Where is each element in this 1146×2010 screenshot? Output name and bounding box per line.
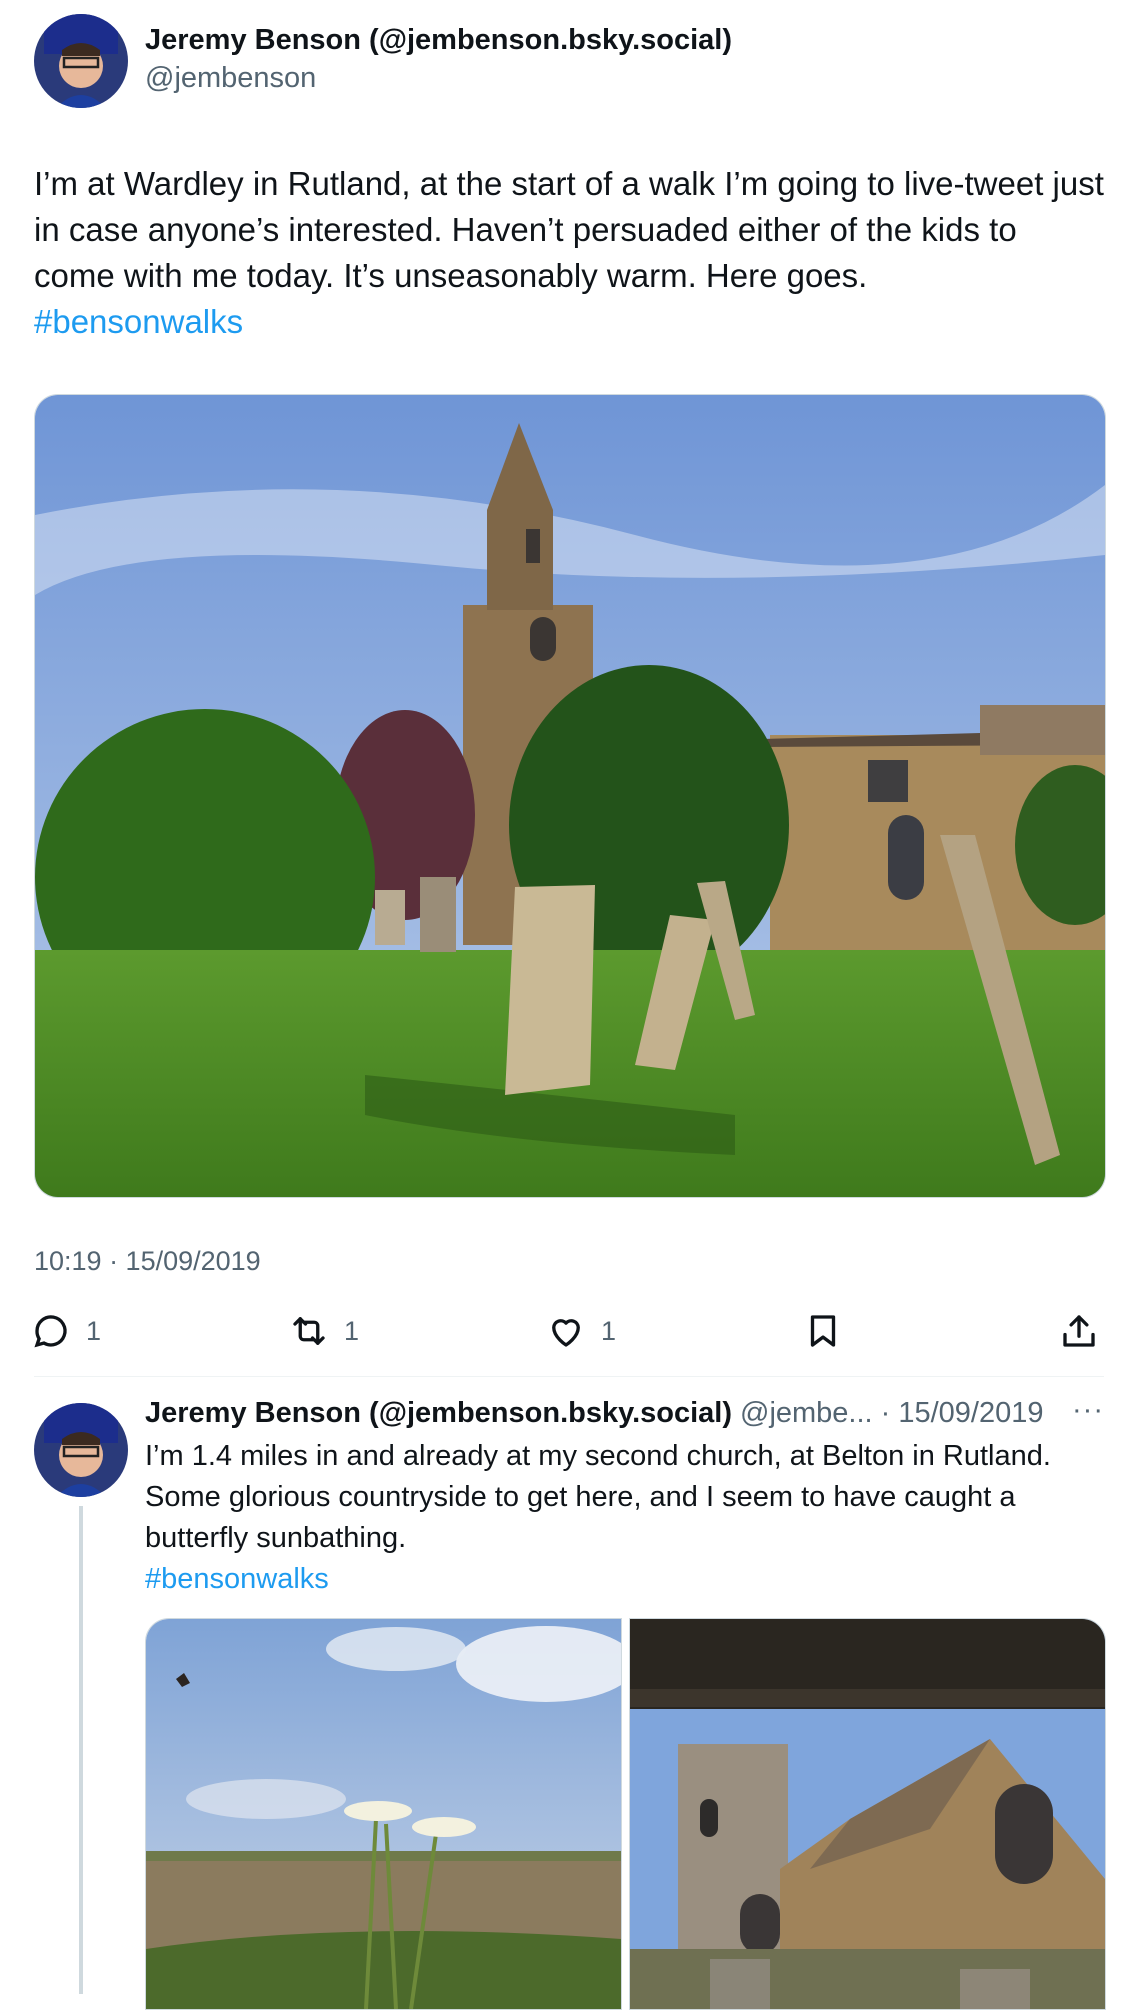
reply-author-name[interactable]: Jeremy Benson (@jembenson.bsky.social): [145, 1397, 732, 1430]
bookmark-button[interactable]: [802, 1310, 844, 1352]
post-hashtag[interactable]: #bensonwalks: [34, 303, 243, 340]
share-icon: [1063, 1315, 1095, 1347]
speech-bubble-icon: [34, 1315, 67, 1348]
author-name[interactable]: Jeremy Benson (@jembenson.bsky.social): [145, 24, 732, 57]
reply-button[interactable]: 1: [30, 1310, 101, 1352]
post-image-church[interactable]: [34, 394, 1106, 1198]
bookmark-icon: [810, 1315, 836, 1347]
reply-author-avatar[interactable]: [34, 1403, 128, 1497]
post-text-content: I’m at Wardley in Rutland, at the start …: [34, 165, 1104, 294]
reply-date[interactable]: · 15/09/2019: [881, 1397, 1044, 1430]
reply-header: Jeremy Benson (@jembenson.bsky.social) @…: [145, 1397, 1043, 1430]
more-options-icon[interactable]: ···: [1072, 1394, 1104, 1427]
reply-author-handle[interactable]: @jembe...: [740, 1397, 873, 1430]
reply-count: 1: [86, 1315, 102, 1346]
heart-icon: [552, 1319, 580, 1347]
repost-icon: [293, 1317, 325, 1345]
like-count: 1: [601, 1315, 617, 1346]
thread-line: [79, 1506, 83, 1994]
reply-text: I’m 1.4 miles in and already at my secon…: [145, 1436, 1105, 1600]
post-divider: [34, 1376, 1104, 1377]
repost-button[interactable]: 1: [288, 1310, 359, 1352]
author-handle[interactable]: @jembenson: [145, 62, 316, 95]
reply-image-church[interactable]: [629, 1618, 1106, 2010]
author-avatar[interactable]: [34, 14, 128, 108]
reply-image-field[interactable]: [145, 1618, 622, 2010]
reply-text-content: I’m 1.4 miles in and already at my secon…: [145, 1440, 1051, 1554]
post-text: I’m at Wardley in Rutland, at the start …: [34, 161, 1104, 345]
post-timestamp[interactable]: 10:19 · 15/09/2019: [34, 1246, 261, 1277]
share-button[interactable]: [1058, 1310, 1100, 1352]
repost-count: 1: [344, 1315, 360, 1346]
like-button[interactable]: 1: [545, 1310, 616, 1352]
reply-hashtag[interactable]: #bensonwalks: [145, 1563, 329, 1595]
